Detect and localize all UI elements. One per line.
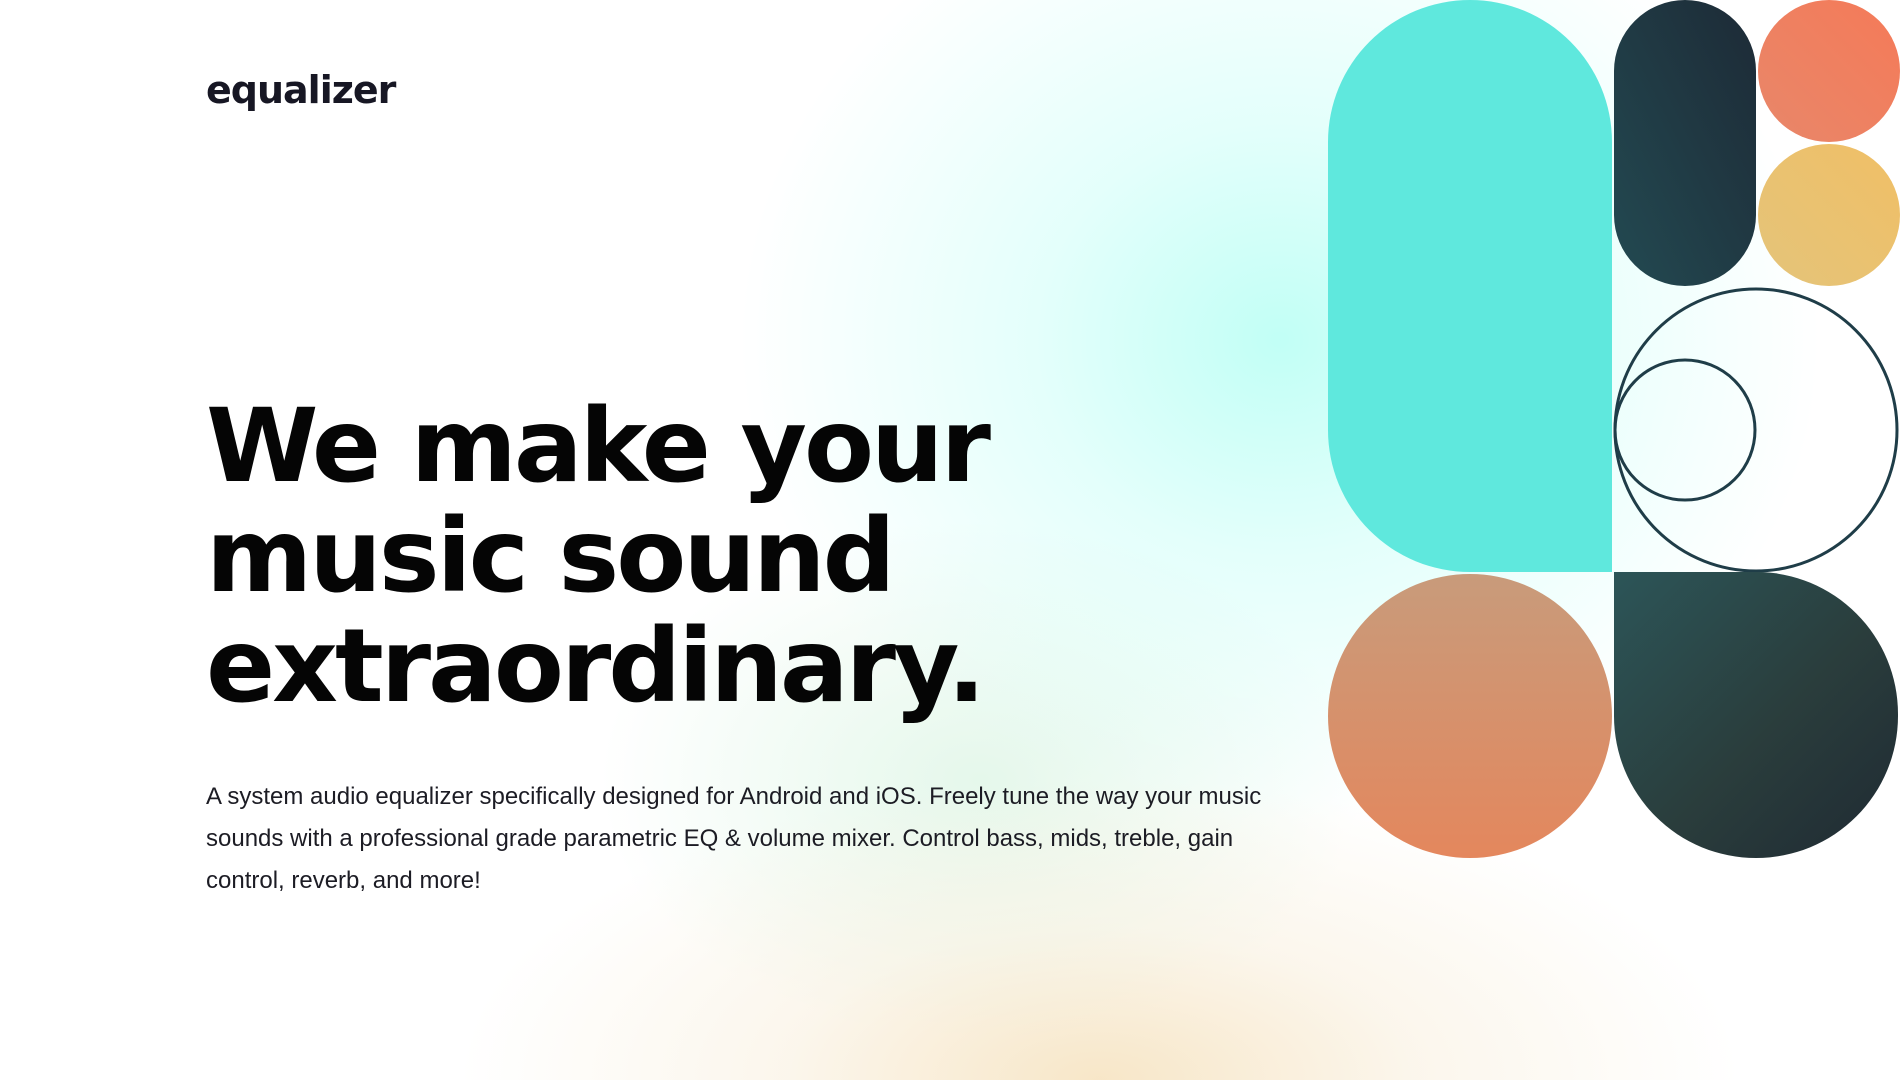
headline-line-2: music sound <box>206 497 896 616</box>
brand-logo[interactable]: equalizer <box>206 68 396 112</box>
coral-circle-shape <box>1758 0 1900 142</box>
hero-headline: We make your music sound extraordinary. <box>206 387 991 726</box>
hero-artwork <box>1328 0 1900 860</box>
artwork-svg <box>1328 0 1900 858</box>
ring-outline-shape <box>1613 287 1899 573</box>
hero-description: A system audio equalizer specifically de… <box>206 783 1262 894</box>
peach-circle-shape <box>1328 574 1612 858</box>
headline-line-1: We make your <box>206 387 991 506</box>
aqua-pill-shape <box>1328 0 1612 572</box>
headline-line-3: extraordinary. <box>206 607 986 726</box>
inner-ring <box>1613 358 1757 502</box>
dark-capsule-shape <box>1614 0 1756 286</box>
amber-circle-shape <box>1758 144 1900 286</box>
dark-quarter-shape <box>1614 572 1898 858</box>
